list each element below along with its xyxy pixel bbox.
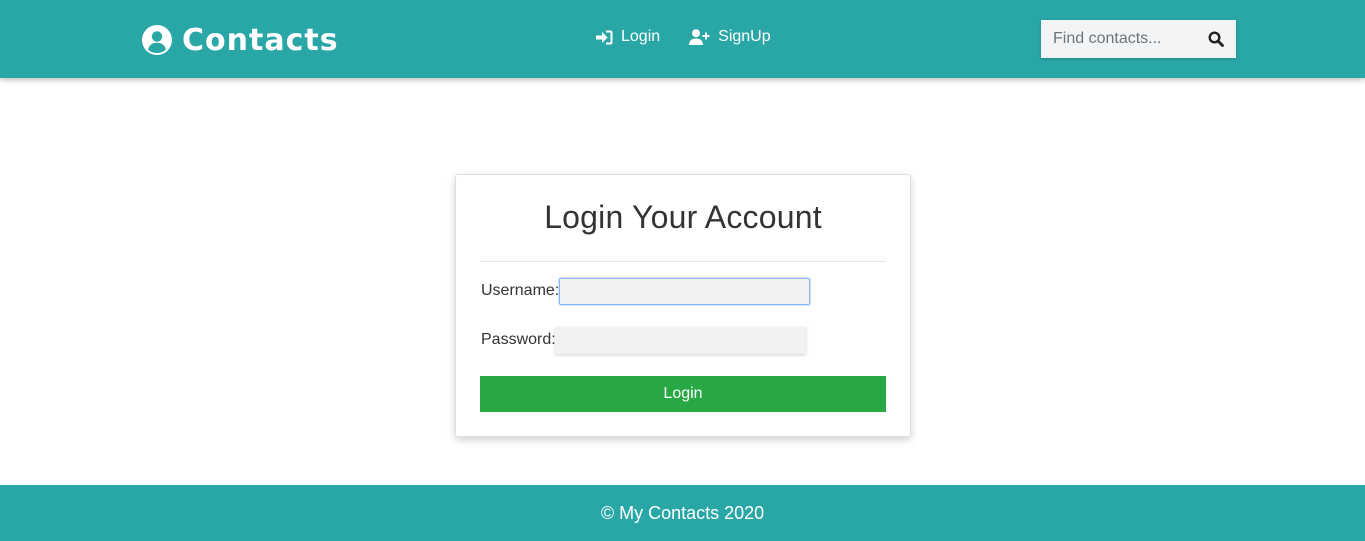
brand-link[interactable]: Contacts <box>142 20 339 60</box>
brand-title: Contacts <box>182 22 339 58</box>
search-input[interactable] <box>1041 20 1201 58</box>
username-label: Username: <box>481 282 560 299</box>
title-divider <box>480 261 886 262</box>
search-icon[interactable] <box>1208 31 1224 47</box>
user-circle-icon <box>142 25 172 55</box>
nav-signup-label: SignUp <box>718 28 771 45</box>
search-box <box>1041 20 1236 58</box>
user-plus-icon <box>689 29 710 45</box>
nav-links: Login SignUp <box>596 28 771 46</box>
password-label: Password: <box>481 331 556 348</box>
nav-login-link[interactable]: Login <box>596 28 660 46</box>
login-submit-button[interactable]: Login <box>480 376 886 412</box>
username-field[interactable] <box>559 278 810 305</box>
nav-login-label: Login <box>621 28 661 45</box>
footer: © My Contacts 2020 <box>0 485 1365 541</box>
sign-in-icon <box>596 30 613 44</box>
login-card: Login Your Account Username: Password: L… <box>455 174 911 437</box>
navbar: Contacts Login SignUp <box>0 0 1365 78</box>
password-field[interactable] <box>555 327 806 354</box>
login-title: Login Your Account <box>544 199 822 235</box>
nav-signup-link[interactable]: SignUp <box>689 28 771 46</box>
footer-copyright: © My Contacts 2020 <box>600 502 765 523</box>
